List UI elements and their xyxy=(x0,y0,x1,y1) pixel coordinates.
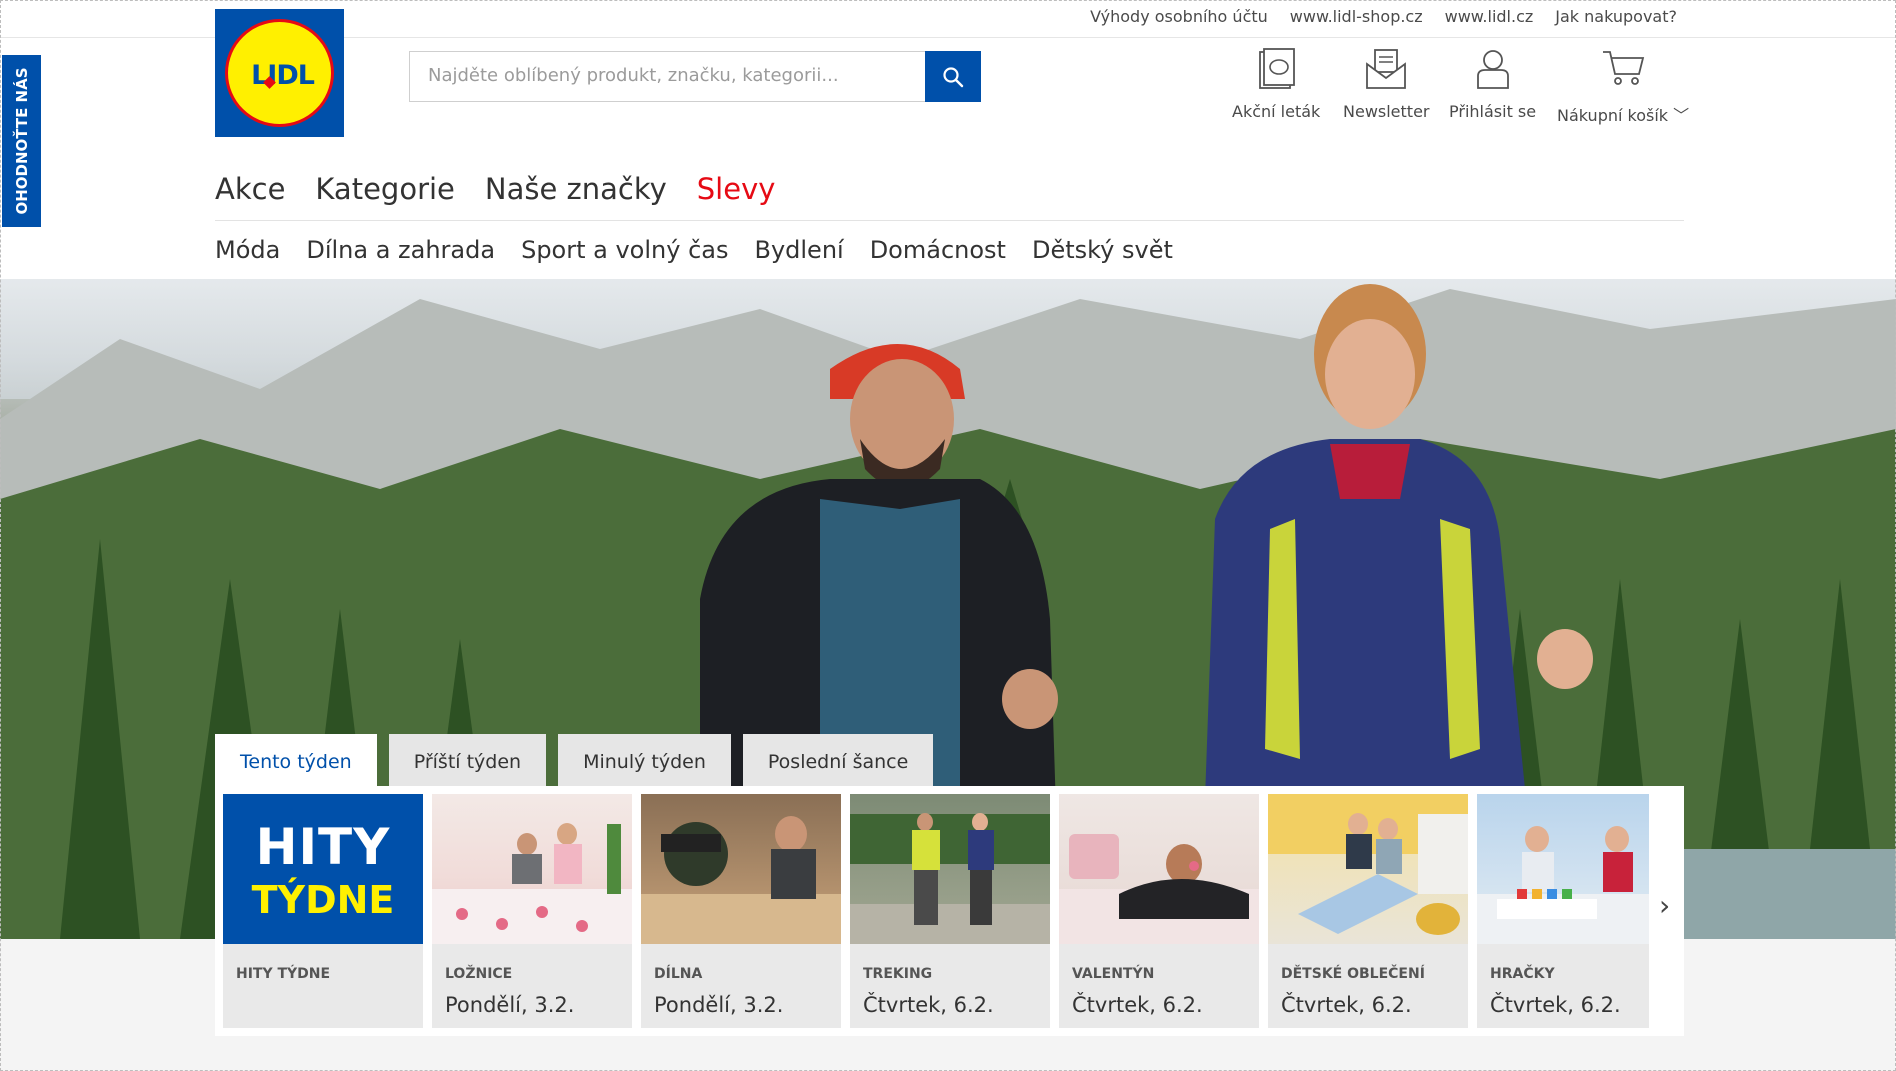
offer-card-dilna[interactable]: DÍLNA Pondělí, 3.2. xyxy=(641,794,841,1028)
workshop-image xyxy=(641,794,841,944)
kids-clothing-image xyxy=(1268,794,1468,944)
hity-line2: TÝDNE xyxy=(251,878,395,922)
leaflet-button[interactable]: Akční leták xyxy=(1232,48,1320,121)
week-tabs: Tento týden Příští týden Minulý týden Po… xyxy=(215,734,934,786)
lidl-cz-link[interactable]: www.lidl.cz xyxy=(1445,7,1534,26)
newsletter-label: Newsletter xyxy=(1343,102,1430,121)
offer-card-hity[interactable]: HITY TÝDNE HITY TÝDNE xyxy=(223,794,423,1028)
offer-card-detske-obleceni[interactable]: DĚTSKÉ OBLEČENÍ Čtvrtek, 6.2. xyxy=(1268,794,1468,1028)
nav-nase-znacky[interactable]: Naše značky xyxy=(485,172,667,206)
card-category: LOŽNICE xyxy=(445,966,513,982)
card-category: DÍLNA xyxy=(654,966,703,982)
card-date: Pondělí, 3.2. xyxy=(445,993,575,1017)
lidl-logo[interactable]: LIDL xyxy=(215,9,344,137)
search-input[interactable]: Najděte oblíbený produkt, značku, katego… xyxy=(409,51,926,102)
tab-this-week[interactable]: Tento týden xyxy=(215,734,377,786)
subnav-moda[interactable]: Móda xyxy=(215,236,280,264)
subnav-dilna[interactable]: Dílna a zahrada xyxy=(306,236,495,264)
card-date: Čtvrtek, 6.2. xyxy=(1072,993,1203,1017)
nav-akce[interactable]: Akce xyxy=(215,172,285,206)
feedback-label: OHODNOŤTE NÁS xyxy=(13,67,31,215)
subnav-sport[interactable]: Sport a volný čas xyxy=(521,236,728,264)
card-date: Čtvrtek, 6.2. xyxy=(1281,993,1412,1017)
search-icon xyxy=(943,67,964,88)
cart-button[interactable]: Nákupní košík ﹀ xyxy=(1557,48,1689,126)
offer-card-hracky[interactable]: HRAČKY Čtvrtek, 6.2. xyxy=(1477,794,1649,1028)
cart-icon xyxy=(1603,51,1645,85)
cart-label: Nákupní košík ﹀ xyxy=(1557,106,1690,125)
card-date: Čtvrtek, 6.2. xyxy=(863,993,994,1017)
logo-text: LIDL xyxy=(251,60,315,91)
card-category: DĚTSKÉ OBLEČENÍ xyxy=(1281,966,1425,982)
card-category: TREKING xyxy=(863,966,933,982)
hity-line1: HITY xyxy=(255,818,391,876)
envelope-icon xyxy=(1366,49,1407,89)
feedback-tab[interactable]: OHODNOŤTE NÁS xyxy=(0,55,41,227)
tab-next-week[interactable]: Příští týden xyxy=(388,734,547,786)
trekking-image xyxy=(850,794,1050,944)
leaflet-label: Akční leták xyxy=(1232,102,1321,121)
account-benefits-link[interactable]: Výhody osobního účtu xyxy=(1090,7,1268,26)
login-label: Přihlásit se xyxy=(1449,102,1537,121)
subnav-detsky-svet[interactable]: Dětský svět xyxy=(1032,236,1173,264)
valentine-image xyxy=(1059,794,1259,944)
chevron-right-icon[interactable]: › xyxy=(1659,889,1670,922)
nav-divider xyxy=(215,220,1684,221)
login-button[interactable]: Přihlásit se xyxy=(1449,48,1536,121)
top-links: Výhody osobního účtu www.lidl-shop.cz ww… xyxy=(1090,7,1677,26)
lidl-shop-link[interactable]: www.lidl-shop.cz xyxy=(1290,7,1423,26)
card-category: HITY TÝDNE xyxy=(236,966,331,982)
offer-card-treking[interactable]: TREKING Čtvrtek, 6.2. xyxy=(850,794,1050,1028)
card-category: VALENTÝN xyxy=(1072,966,1155,982)
search-button[interactable] xyxy=(925,51,981,102)
offer-card-loznice[interactable]: LOŽNICE Pondělí, 3.2. xyxy=(432,794,632,1028)
bedroom-image xyxy=(432,794,632,944)
card-category: HRAČKY xyxy=(1490,966,1555,982)
tab-last-chance[interactable]: Poslední šance xyxy=(742,734,934,786)
offer-card-valentyn[interactable]: VALENTÝN Čtvrtek, 6.2. xyxy=(1059,794,1259,1028)
logo-circle: LIDL xyxy=(225,19,334,127)
how-to-shop-link[interactable]: Jak nakupovat? xyxy=(1555,7,1677,26)
card-date: Pondělí, 3.2. xyxy=(654,993,784,1017)
leaflet-icon xyxy=(1259,48,1296,89)
subnav-domacnost[interactable]: Domácnost xyxy=(870,236,1006,264)
main-nav: Akce Kategorie Naše značky Slevy xyxy=(215,172,775,206)
subnav-bydleni[interactable]: Bydlení xyxy=(754,236,843,264)
newsletter-button[interactable]: Newsletter xyxy=(1343,48,1430,121)
nav-kategorie[interactable]: Kategorie xyxy=(315,172,454,206)
hity-tydne-banner: HITY TÝDNE xyxy=(223,794,423,944)
chevron-down-icon: ﹀ xyxy=(1673,106,1690,125)
card-date: Čtvrtek, 6.2. xyxy=(1490,993,1621,1017)
user-icon xyxy=(1476,50,1509,89)
toys-image xyxy=(1477,794,1649,944)
sub-nav: Móda Dílna a zahrada Sport a volný čas B… xyxy=(215,236,1173,264)
tab-last-week[interactable]: Minulý týden xyxy=(558,734,731,786)
site-header: Výhody osobního účtu www.lidl-shop.cz ww… xyxy=(0,0,1896,279)
offer-cards: HITY TÝDNE HITY TÝDNE LOŽNICE Pondělí, 3… xyxy=(215,786,1684,1036)
nav-slevy[interactable]: Slevy xyxy=(697,172,776,206)
